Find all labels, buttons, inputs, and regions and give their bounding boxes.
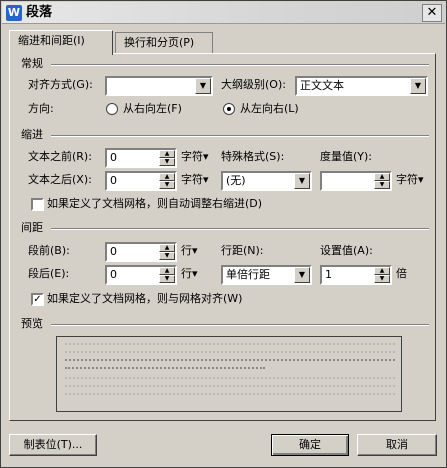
measure-input[interactable]: ▲ ▼ (320, 171, 392, 191)
section-general: 常规 (21, 57, 43, 70)
spin-up-icon[interactable]: ▲ (159, 150, 175, 158)
paragraph-dialog: W 段落 ✕ 缩进和间距(I) 换行和分页(P) 常规 对齐方式(G): ▼ 大… (0, 0, 447, 468)
spin-down-icon[interactable]: ▼ (159, 252, 175, 260)
space-after-value: 0 (110, 268, 117, 281)
direction-label: 方向: (28, 102, 54, 115)
space-before-value: 0 (110, 245, 117, 258)
dialog-title: 段落 (26, 5, 53, 20)
chevron-down-icon[interactable]: ▼ (294, 173, 310, 189)
preview-prev-line (65, 343, 395, 349)
preview-next-line (65, 385, 395, 391)
setting-unit: 倍 (396, 267, 407, 280)
divider (51, 64, 429, 66)
indent-before-label: 文本之前(R): (28, 150, 92, 163)
space-before-label: 段前(B): (28, 244, 70, 257)
divider (51, 228, 429, 230)
grid-align-checkbox[interactable]: ✓ (31, 293, 44, 306)
measure-label: 度量值(Y): (320, 150, 373, 163)
outline-level-value: 正文文本 (300, 79, 344, 92)
spin-down-icon[interactable]: ▼ (374, 275, 390, 283)
line-spacing-value: 单倍行距 (226, 268, 270, 281)
indent-after-label: 文本之后(X): (28, 173, 92, 186)
preview-next-line (65, 377, 395, 383)
chevron-down-icon[interactable]: ▼ (410, 78, 426, 94)
spin-down-icon[interactable]: ▼ (374, 181, 390, 189)
alignment-label: 对齐方式(G): (28, 78, 93, 91)
section-indent: 缩进 (21, 128, 43, 141)
indent-before-input[interactable]: 0 ▲ ▼ (105, 148, 177, 168)
setting-label: 设置值(A): (320, 244, 373, 257)
preview-pane (56, 336, 402, 412)
indent-after-input[interactable]: 0 ▲ ▼ (105, 171, 177, 191)
title-bar: W 段落 ✕ (2, 2, 445, 24)
indent-after-unit[interactable]: 字符▾ (181, 171, 209, 189)
line-spacing-select[interactable]: 单倍行距 ▼ (221, 265, 312, 285)
space-before-input[interactable]: 0 ▲ ▼ (105, 242, 177, 262)
spin-up-icon[interactable]: ▲ (374, 267, 390, 275)
chevron-down-icon[interactable]: ▼ (294, 267, 310, 283)
tab-stops-button[interactable]: 制表位(T)... (9, 434, 97, 456)
setting-value: 1 (325, 268, 332, 281)
spin-up-icon[interactable]: ▲ (159, 244, 175, 252)
ltr-radio[interactable] (223, 103, 235, 115)
spin-down-icon[interactable]: ▼ (159, 158, 175, 166)
close-icon[interactable]: ✕ (422, 4, 442, 22)
line-spacing-label: 行距(N): (221, 244, 264, 257)
special-format-select[interactable]: (无) ▼ (221, 171, 312, 191)
section-spacing: 间距 (21, 221, 43, 234)
preview-text-line (65, 367, 265, 373)
indent-after-value: 0 (110, 174, 117, 187)
alignment-select[interactable]: ▼ (105, 76, 213, 96)
special-format-label: 特殊格式(S): (221, 150, 285, 163)
rtl-radio[interactable] (106, 103, 118, 115)
space-after-input[interactable]: 0 ▲ ▼ (105, 265, 177, 285)
outline-level-label: 大纲级别(O): (221, 78, 286, 91)
tab-line-page-breaks[interactable]: 换行和分页(P) (115, 32, 213, 54)
chevron-down-icon[interactable]: ▼ (195, 78, 211, 94)
ok-button[interactable]: 确定 (271, 434, 349, 456)
spin-up-icon[interactable]: ▲ (374, 173, 390, 181)
spin-down-icon[interactable]: ▼ (159, 275, 175, 283)
ltr-label: 从左向右(L) (240, 102, 299, 115)
spin-down-icon[interactable]: ▼ (159, 181, 175, 189)
auto-adjust-checkbox[interactable] (31, 198, 44, 211)
cancel-button[interactable]: 取消 (357, 434, 437, 456)
grid-align-label: 如果定义了文档网格，则与网格对齐(W) (47, 292, 243, 305)
divider (51, 324, 429, 326)
preview-prev-line (65, 351, 395, 357)
tab-indent-spacing[interactable]: 缩进和间距(I) (9, 30, 113, 55)
preview-next-line (65, 393, 395, 399)
space-after-unit[interactable]: 行▾ (181, 265, 198, 283)
divider (51, 135, 429, 137)
special-format-value: (无) (226, 174, 246, 187)
setting-input[interactable]: 1 ▲ ▼ (320, 265, 392, 285)
rtl-label: 从右向左(F) (123, 102, 182, 115)
space-before-unit[interactable]: 行▾ (181, 242, 198, 260)
auto-adjust-label: 如果定义了文档网格，则自动调整右缩进(D) (47, 197, 263, 210)
preview-text-line (65, 359, 395, 365)
indent-before-value: 0 (110, 151, 117, 164)
app-icon: W (6, 5, 22, 21)
section-preview: 预览 (21, 317, 43, 330)
indent-before-unit[interactable]: 字符▾ (181, 148, 209, 166)
measure-unit[interactable]: 字符▾ (396, 171, 424, 189)
spin-up-icon[interactable]: ▲ (159, 267, 175, 275)
space-after-label: 段后(E): (28, 267, 70, 280)
spin-up-icon[interactable]: ▲ (159, 173, 175, 181)
outline-level-select[interactable]: 正文文本 ▼ (295, 76, 428, 96)
